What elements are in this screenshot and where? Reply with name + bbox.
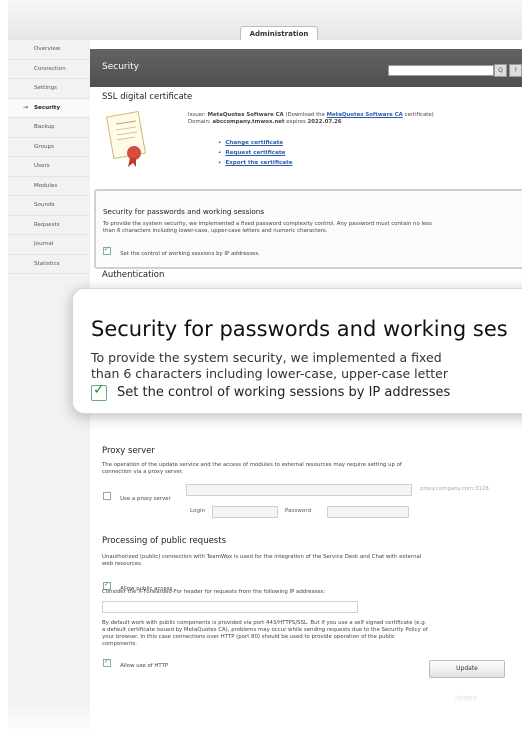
ip-control-row: Set the control of working sessions by I… — [103, 240, 260, 259]
sidebar-item-label: Security — [34, 104, 61, 111]
request-certificate-link[interactable]: Request certificate — [225, 150, 285, 156]
sidebar-item-backup[interactable]: Backup — [8, 118, 90, 138]
allow-http-label: Allow use of HTTP — [120, 663, 169, 669]
search-input[interactable] — [388, 65, 494, 76]
password-label: Password — [285, 508, 312, 514]
issuer-note: (Download the — [285, 112, 325, 118]
issuer-value: MetaQuotes Software CA — [207, 112, 284, 118]
expires-label: expires — [286, 119, 306, 125]
password-security-box: Security for passwords and working sessi… — [94, 189, 522, 269]
ssl-section-title: SSL digital certificate — [102, 92, 193, 102]
login-field[interactable] — [212, 506, 278, 518]
ssl-note-line4: components. — [102, 641, 138, 647]
proxy-title: Proxy server — [102, 446, 155, 456]
allow-http-checkbox[interactable] — [103, 658, 111, 667]
ip-control-label: Set the control of working sessions by I… — [120, 251, 260, 257]
sidebar-item-sounds[interactable]: Sounds — [8, 196, 90, 216]
public-requests-title: Processing of public requests — [102, 536, 227, 546]
bottom-fade — [0, 700, 522, 738]
allow-http-row: Allow use of HTTP — [103, 652, 168, 671]
top-tab-bar: Administration — [8, 0, 522, 41]
proxy-address-field[interactable] — [186, 484, 412, 496]
proxy-row: Use a proxy server — [103, 485, 171, 504]
certificate-icon — [106, 110, 146, 167]
authentication-title: Authentication — [102, 270, 165, 280]
xff-label: Consider the X-Forwarded-For header for … — [102, 589, 326, 595]
update-button[interactable]: Update — [429, 660, 505, 678]
xff-ip-field[interactable] — [102, 601, 358, 613]
ssl-note-line3: your browser. In this case connections o… — [102, 634, 395, 640]
password-desc-line2: than 6 characters including lower-case, … — [103, 228, 328, 234]
search-icon[interactable]: Q — [494, 64, 507, 77]
screenshot-stage: Administration Overview Connection Setti… — [0, 0, 522, 738]
domain-value: abccompany.tmwox.net — [212, 119, 285, 125]
use-proxy-label: Use a proxy server — [120, 496, 171, 502]
sidebar-item-requests[interactable]: Requests — [8, 216, 90, 235]
proxy-desc-line2: connection via a proxy server. — [102, 469, 184, 475]
callout-text: To provide the system security, we imple… — [91, 350, 448, 382]
magnified-callout: Security for passwords and working ses T… — [72, 288, 522, 414]
certificate-action-item: Request certificate — [218, 150, 293, 160]
panel-header: Security Q ? — [90, 49, 522, 87]
sidebar-item-settings[interactable]: Settings — [8, 79, 90, 99]
public-desc-line1: Unauthorized (public) connection with Te… — [102, 554, 422, 560]
callout-line2: than 6 characters including lower-case, … — [91, 366, 448, 381]
page-title: Security — [102, 62, 139, 72]
help-icon[interactable]: ? — [509, 64, 522, 77]
sidebar-item-users[interactable]: Users — [8, 157, 90, 177]
certificate-info: Issuer: MetaQuotes Software CA (Download… — [188, 112, 522, 126]
callout-line1: To provide the system security, we imple… — [91, 350, 442, 365]
proxy-desc-line1: The operation of the update service and … — [102, 462, 402, 468]
use-proxy-checkbox[interactable] — [103, 491, 111, 500]
change-certificate-link[interactable]: Change certificate — [225, 140, 283, 146]
callout-checkbox-label: Set the control of working sessions by I… — [117, 385, 451, 400]
password-field[interactable] — [327, 506, 409, 518]
issuer-label: Issuer: — [188, 112, 206, 118]
issuer-note-end: certificate) — [404, 112, 434, 118]
expires-value: 2022.07.26 — [307, 119, 342, 125]
callout-checkbox[interactable] — [91, 382, 107, 401]
password-security-title: Security for passwords and working sessi… — [103, 207, 265, 216]
proxy-placeholder: proxy.company.com:3128 — [420, 486, 489, 492]
certificate-action-item: Change certificate — [218, 140, 293, 150]
callout-title: Security for passwords and working ses — [91, 317, 508, 341]
sidebar-item-groups[interactable]: Groups — [8, 138, 90, 157]
active-arrow-icon: → — [23, 103, 29, 111]
password-desc-line1: To provide the system security, we imple… — [103, 221, 432, 227]
ip-control-checkbox[interactable] — [103, 246, 111, 255]
public-desc-line2: web resources. — [102, 561, 143, 567]
tab-administration[interactable]: Administration — [240, 26, 318, 41]
download-ca-link[interactable]: MetaQuotes Software CA — [327, 112, 403, 118]
domain-label: Domain: — [188, 119, 211, 125]
export-certificate-link[interactable]: Export the certificate — [225, 160, 292, 166]
sidebar-item-security[interactable]: → Security — [8, 98, 90, 118]
sidebar-item-journal[interactable]: Journal — [8, 235, 90, 255]
sidebar-item-modules[interactable]: Modules — [8, 177, 90, 196]
sidebar-item-statistics[interactable]: Statistics — [8, 255, 90, 274]
ssl-note-line1: By default work with public components i… — [102, 620, 427, 626]
sidebar-item-connection[interactable]: Connection — [8, 60, 90, 79]
ssl-note-line2: a default certificate issued by MetaQuot… — [102, 627, 428, 633]
certificate-action-item: Export the certificate — [218, 160, 292, 170]
certificate-actions: Change certificate Request certificate E… — [218, 140, 293, 170]
sidebar-item-overview[interactable]: Overview — [8, 40, 90, 60]
login-label: Login — [190, 508, 206, 514]
